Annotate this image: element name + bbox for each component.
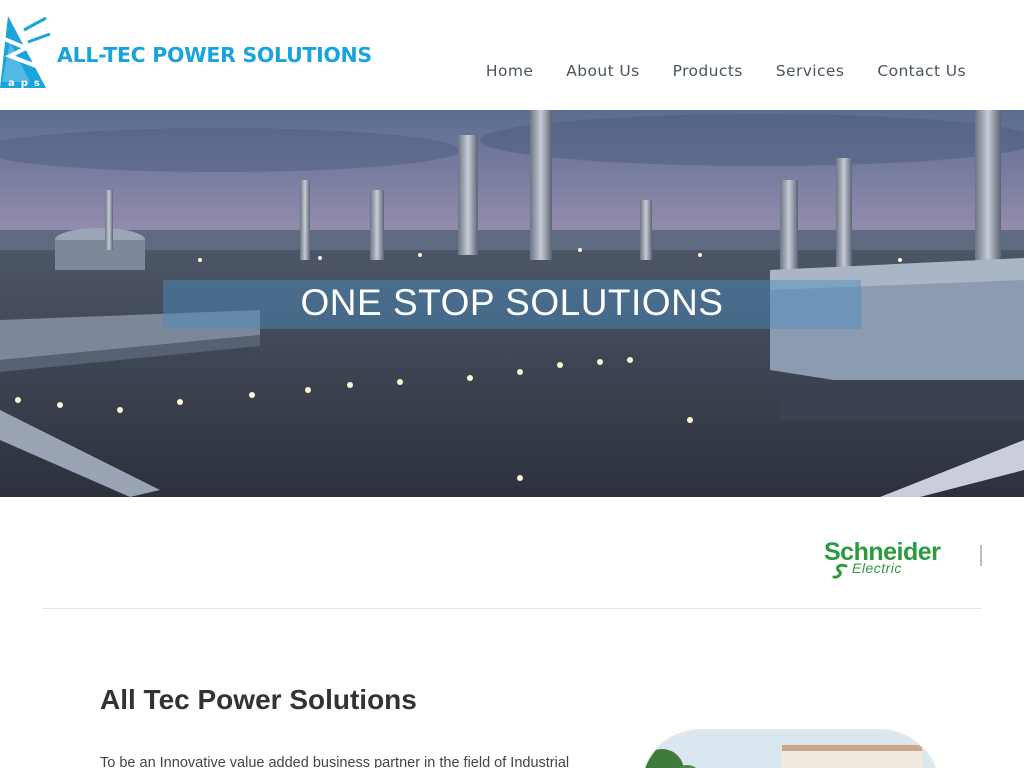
nav-contact-us[interactable]: Contact Us [877, 62, 966, 80]
logo-text: ALL-TEC POWER SOLUTIONS [57, 43, 372, 67]
nav-products[interactable]: Products [673, 62, 743, 80]
nav-home[interactable]: Home [486, 62, 533, 80]
logo-mark-icon: aps [0, 16, 51, 89]
about-title: All Tec Power Solutions [100, 684, 417, 715]
nav-about-us[interactable]: About Us [566, 62, 639, 80]
site-header: aps ALL-TEC POWER SOLUTIONS Home About U… [0, 0, 1024, 110]
carousel-divider [980, 545, 982, 566]
svg-text:aps: aps [8, 78, 46, 89]
about-intro-text: To be an Innovative value added business… [100, 755, 570, 768]
main-nav: Home About Us Products Services Contact … [486, 62, 966, 80]
schneider-s-icon [832, 563, 848, 579]
partner-subtitle: Electric [852, 560, 902, 576]
hero-title: ONE STOP SOLUTIONS [300, 282, 724, 323]
building-photo [640, 729, 940, 768]
nav-services[interactable]: Services [776, 62, 845, 80]
schneider-electric-logo[interactable]: Schneider Electric [822, 538, 946, 582]
building-photo-image [642, 731, 938, 768]
hero-banner: ONE STOP SOLUTIONS [0, 110, 1024, 497]
site-logo[interactable]: aps ALL-TEC POWER SOLUTIONS [0, 12, 380, 94]
partner-logos: Schneider Electric [42, 497, 982, 609]
